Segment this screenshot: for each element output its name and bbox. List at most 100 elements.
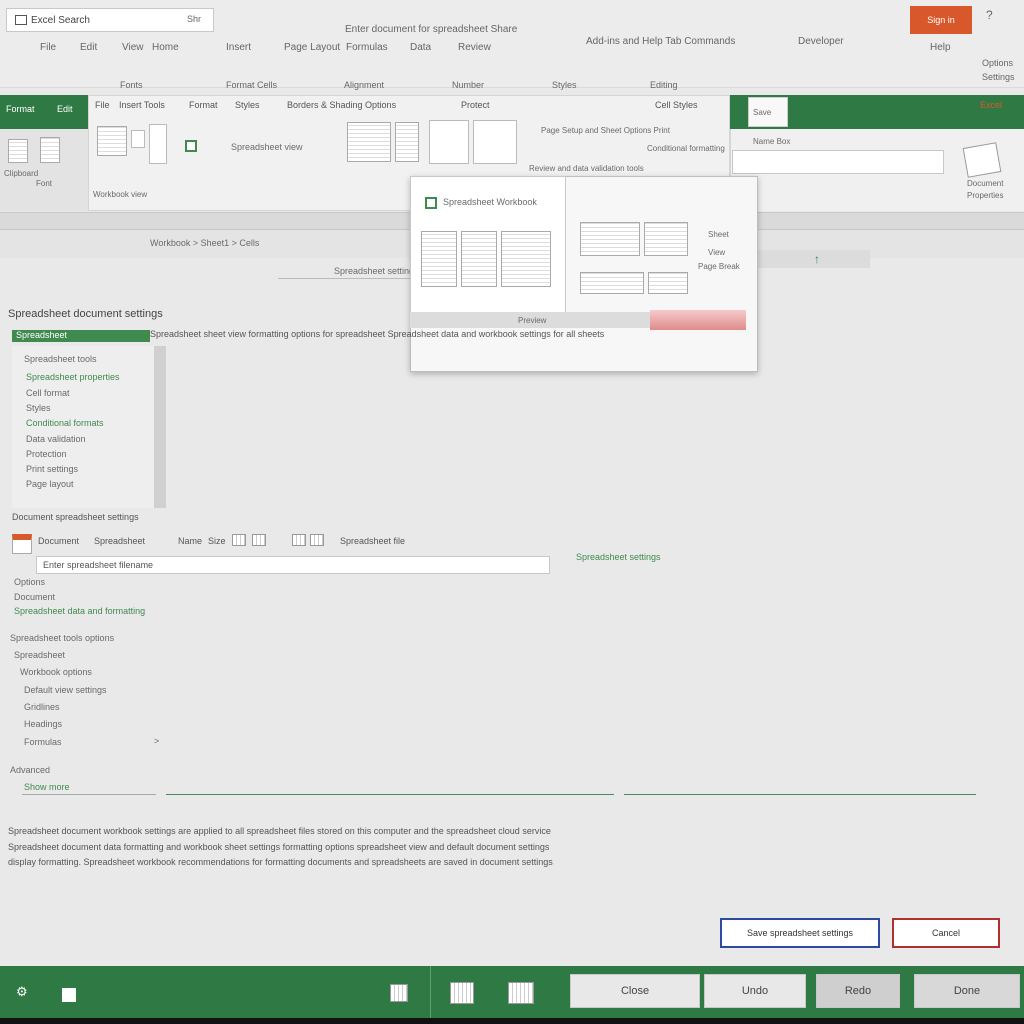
- name-box-label: Name Box: [753, 137, 791, 146]
- dialog-page-thumb-1[interactable]: [421, 231, 457, 287]
- menu-item-formulas[interactable]: Formulas: [346, 42, 388, 53]
- menu-item-help[interactable]: Help: [930, 42, 951, 53]
- ribbon-tab-borders[interactable]: Borders & Shading Options: [287, 100, 396, 110]
- clipboard-icon[interactable]: [8, 139, 28, 163]
- formula-bar[interactable]: [732, 150, 944, 174]
- margins-icon[interactable]: [473, 120, 517, 164]
- ribbon-tab-protect[interactable]: Protect: [461, 100, 490, 110]
- dialog-page-thumb-3[interactable]: [501, 231, 551, 287]
- save-settings-button[interactable]: Save spreadsheet settings: [720, 918, 880, 948]
- option-item[interactable]: Headings: [24, 719, 62, 729]
- list-item[interactable]: Conditional formats: [26, 418, 104, 428]
- grid-icon[interactable]: [232, 534, 246, 546]
- options-link[interactable]: Options: [982, 58, 1013, 68]
- list-item[interactable]: Cell format: [26, 388, 70, 398]
- spreadsheet-icon[interactable]: [185, 140, 197, 152]
- font-icon[interactable]: [40, 137, 60, 163]
- list-item[interactable]: Data validation: [26, 434, 86, 444]
- tab-number[interactable]: Number: [452, 80, 484, 90]
- tab-fonts[interactable]: Fonts: [120, 80, 143, 90]
- divider: [278, 278, 418, 279]
- search-input[interactable]: Excel Search: [31, 15, 90, 26]
- copy-icon[interactable]: [131, 130, 145, 148]
- slider-track-1[interactable]: [166, 794, 614, 795]
- sign-in-button[interactable]: Sign in: [910, 6, 972, 34]
- divider: [22, 794, 156, 795]
- tab-editing[interactable]: Editing: [650, 80, 678, 90]
- format-painter-icon[interactable]: [149, 124, 167, 164]
- paste-icon[interactable]: [97, 126, 127, 156]
- settings-icon[interactable]: ⚙: [16, 984, 28, 1000]
- dialog-label-view: View: [708, 248, 726, 257]
- search-box[interactable]: Excel Search Shr: [6, 8, 214, 32]
- option-item[interactable]: Workbook options: [20, 667, 92, 677]
- menu-item-insert[interactable]: Insert: [226, 42, 251, 53]
- table-icon[interactable]: [508, 982, 534, 1004]
- cancel-button[interactable]: Cancel: [892, 918, 1000, 948]
- dialog-highlight[interactable]: [650, 310, 746, 330]
- menu-item-home[interactable]: Home: [152, 42, 179, 53]
- slider-track-2[interactable]: [624, 794, 976, 795]
- document-icon[interactable]: [962, 142, 1002, 178]
- clipboard-label: Clipboard: [4, 169, 39, 178]
- up-arrow-icon[interactable]: ↑: [814, 252, 820, 266]
- form-link[interactable]: Spreadsheet data and formatting: [14, 606, 145, 616]
- print-preview-icon[interactable]: [395, 122, 419, 162]
- menu-item-addins[interactable]: Add-ins and Help Tab Commands: [586, 36, 735, 47]
- ribbon-tab-edit[interactable]: Edit: [57, 104, 73, 114]
- menu-item-developer[interactable]: Developer: [798, 36, 844, 47]
- ribbon-tab-format2[interactable]: Format: [189, 100, 218, 110]
- dialog-preview-2[interactable]: [644, 222, 688, 256]
- list-item[interactable]: Spreadsheet tools: [24, 354, 97, 364]
- print-icon[interactable]: [429, 120, 469, 164]
- grid-icon[interactable]: [252, 534, 266, 546]
- list-item[interactable]: Styles: [26, 403, 51, 413]
- grid-icon[interactable]: [292, 534, 306, 546]
- help-icon[interactable]: ?: [986, 8, 993, 22]
- close-button[interactable]: Close: [570, 974, 700, 1008]
- tab-alignment[interactable]: Alignment: [344, 80, 384, 90]
- sheet-icon[interactable]: [62, 988, 76, 1002]
- ribbon-tab-insert-tools[interactable]: Insert Tools: [119, 100, 165, 110]
- ribbon-tab-cell-styles[interactable]: Cell Styles: [655, 100, 698, 110]
- table-icon[interactable]: [450, 982, 474, 1004]
- list-header[interactable]: Spreadsheet: [12, 330, 150, 342]
- menu-item-page-layout[interactable]: Page Layout: [284, 42, 340, 53]
- grid-icon[interactable]: [310, 534, 324, 546]
- menu-item-edit[interactable]: Edit: [80, 42, 97, 53]
- list-scrollbar[interactable]: [154, 346, 166, 508]
- save-badge[interactable]: Save: [748, 97, 788, 127]
- menu-item-data[interactable]: Data: [410, 42, 431, 53]
- undo-button[interactable]: Undo: [704, 974, 806, 1008]
- filename-input[interactable]: Enter spreadsheet filename: [36, 556, 550, 574]
- option-item[interactable]: Gridlines: [24, 702, 60, 712]
- menu-item-file[interactable]: File: [40, 42, 56, 53]
- tab-format-cells[interactable]: Format Cells: [226, 80, 277, 90]
- ribbon-tab-styles[interactable]: Styles: [235, 100, 260, 110]
- document-file-icon[interactable]: [12, 534, 32, 554]
- layout-icon[interactable]: [347, 122, 391, 162]
- chevron-right-icon[interactable]: >: [154, 736, 159, 746]
- list-item[interactable]: Print settings: [26, 464, 78, 474]
- grid-icon[interactable]: [390, 984, 408, 1002]
- option-item[interactable]: Formulas: [24, 737, 62, 747]
- tab-styles[interactable]: Styles: [552, 80, 577, 90]
- list-item[interactable]: Page layout: [26, 479, 74, 489]
- option-item[interactable]: Spreadsheet: [14, 650, 65, 660]
- dialog-page-thumb-2[interactable]: [461, 231, 497, 287]
- done-button[interactable]: Done: [914, 974, 1020, 1008]
- menu-item-view[interactable]: View: [122, 42, 144, 53]
- dialog-preview-3[interactable]: [580, 272, 644, 294]
- menu-item-review[interactable]: Review: [458, 42, 491, 53]
- dialog-preview-4[interactable]: [648, 272, 688, 294]
- dialog-preview-1[interactable]: [580, 222, 640, 256]
- scroll-up-box[interactable]: ↑: [758, 250, 870, 268]
- show-more-link[interactable]: Show more: [24, 782, 70, 792]
- ribbon-tab-format[interactable]: Format: [6, 104, 35, 114]
- list-item[interactable]: Protection: [26, 449, 67, 459]
- list-item[interactable]: Spreadsheet properties: [26, 372, 120, 382]
- ribbon-tab-file[interactable]: File: [95, 100, 110, 110]
- option-item[interactable]: Default view settings: [24, 685, 107, 695]
- settings-link[interactable]: Settings: [982, 72, 1015, 82]
- redo-button[interactable]: Redo: [816, 974, 900, 1008]
